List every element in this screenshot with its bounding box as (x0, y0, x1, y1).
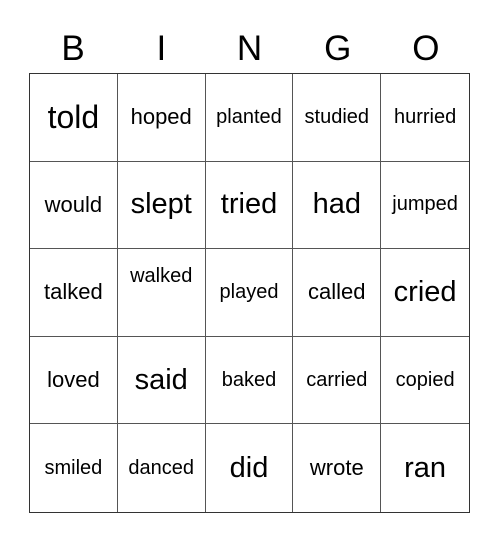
bingo-cell-word: did (229, 451, 269, 484)
bingo-cell-word: hoped (130, 104, 192, 130)
header-letter-b: B (61, 29, 85, 68)
bingo-cell[interactable]: carried (293, 336, 382, 425)
bingo-cell-word: planted (216, 105, 282, 128)
bingo-cell[interactable]: danced (118, 424, 206, 512)
bingo-cell[interactable]: called (293, 249, 382, 337)
bingo-cell[interactable]: cried (381, 249, 469, 337)
bingo-cell-word: cried (393, 275, 457, 308)
bingo-cell-word: loved (47, 367, 100, 393)
bingo-cell-word: baked (221, 368, 277, 391)
bingo-cell-word: had (312, 188, 361, 221)
bingo-cell-word: wrote (309, 455, 364, 481)
header-letter-i: I (156, 29, 167, 68)
bingo-cell-word: studied (304, 105, 370, 128)
bingo-cell-word: tried (220, 188, 278, 221)
bingo-cell[interactable]: walked (117, 249, 206, 337)
bingo-cell[interactable]: loved (30, 336, 118, 425)
bingo-cell[interactable]: tried (205, 161, 294, 250)
bingo-cell-word: copied (395, 368, 455, 391)
bingo-cell[interactable]: did (206, 424, 294, 512)
header-letter-g: G (324, 29, 352, 68)
bingo-cell[interactable]: played (205, 249, 294, 337)
bingo-cell-word: would (44, 191, 103, 217)
bingo-cell[interactable]: had (293, 161, 382, 250)
bingo-cell-word: told (47, 98, 100, 135)
bingo-cell-word: played (219, 280, 279, 303)
bingo-cell[interactable]: ran (381, 424, 469, 512)
bingo-cell[interactable]: baked (205, 336, 294, 425)
bingo-cell[interactable]: hurried (381, 74, 469, 162)
bingo-cell-word: danced (128, 456, 194, 479)
bingo-cell-word: carried (306, 368, 368, 391)
bingo-cell[interactable]: jumped (381, 162, 469, 250)
bingo-cell[interactable]: hoped (117, 74, 206, 162)
bingo-cell-word: said (134, 363, 188, 396)
bingo-cell-word: smiled (44, 456, 103, 479)
bingo-cell[interactable]: would (30, 161, 118, 250)
bingo-cell-word: called (308, 279, 366, 305)
bingo-cell[interactable]: copied (381, 337, 469, 425)
bingo-cell[interactable]: said (117, 336, 206, 425)
bingo-cell[interactable]: told (30, 74, 118, 162)
bingo-grid: told hoped planted studied hurried would slept… (29, 73, 470, 513)
bingo-cell[interactable]: smiled (30, 424, 118, 512)
bingo-cell-word: jumped (392, 193, 458, 216)
bingo-cell-word: walked (130, 265, 193, 288)
bingo-cell-word: hurried (393, 105, 457, 128)
bingo-cell-word: ran (404, 451, 447, 484)
bingo-cell[interactable]: talked (30, 249, 118, 337)
bingo-cell-word: talked (44, 279, 103, 305)
bingo-cell[interactable]: planted (205, 74, 294, 162)
header-letter-o: O (412, 29, 440, 68)
bingo-cell[interactable]: slept (117, 161, 206, 250)
bingo-header: B I N G O (29, 28, 470, 70)
header-letter-n: N (236, 29, 263, 68)
bingo-cell[interactable]: wrote (293, 424, 382, 512)
bingo-cell-word: slept (130, 188, 192, 221)
bingo-cell[interactable]: studied (293, 74, 382, 162)
